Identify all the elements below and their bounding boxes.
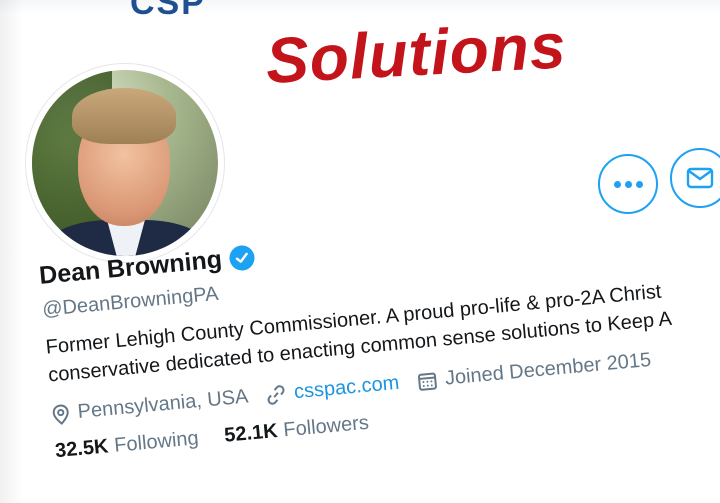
location-pin-icon	[52, 404, 69, 425]
followers-stat[interactable]: 52.1K Followers	[223, 412, 369, 448]
banner-headline: Solutions	[264, 9, 569, 97]
followers-label: Followers	[282, 411, 370, 442]
envelope-icon	[686, 167, 714, 189]
verified-badge-icon	[228, 244, 256, 272]
following-count: 32.5K	[54, 435, 110, 463]
banner-image	[0, 0, 720, 14]
joined-text: Joined December 2015	[444, 348, 652, 390]
website-item[interactable]: csspac.com	[265, 372, 400, 407]
following-stat[interactable]: 32.5K Following	[54, 427, 199, 463]
more-dots-icon	[613, 180, 643, 188]
website-link[interactable]: csspac.com	[293, 372, 400, 404]
profile-page: CSP Solutions Dean Browning @DeanBrownin…	[0, 0, 720, 503]
followers-count: 52.1K	[223, 420, 279, 447]
calendar-icon	[417, 372, 437, 391]
location-text: Pennsylvania, USA	[76, 385, 250, 423]
message-button[interactable]	[670, 148, 720, 208]
following-label: Following	[113, 427, 200, 457]
joined-item: Joined December 2015	[416, 349, 652, 393]
more-options-button[interactable]	[598, 154, 658, 214]
avatar-hair	[72, 88, 176, 144]
link-icon	[267, 384, 285, 405]
profile-avatar[interactable]	[26, 64, 224, 262]
avatar-photo	[32, 70, 218, 256]
location-item: Pennsylvania, USA	[51, 386, 249, 427]
banner-logo: CSP	[130, 0, 206, 22]
